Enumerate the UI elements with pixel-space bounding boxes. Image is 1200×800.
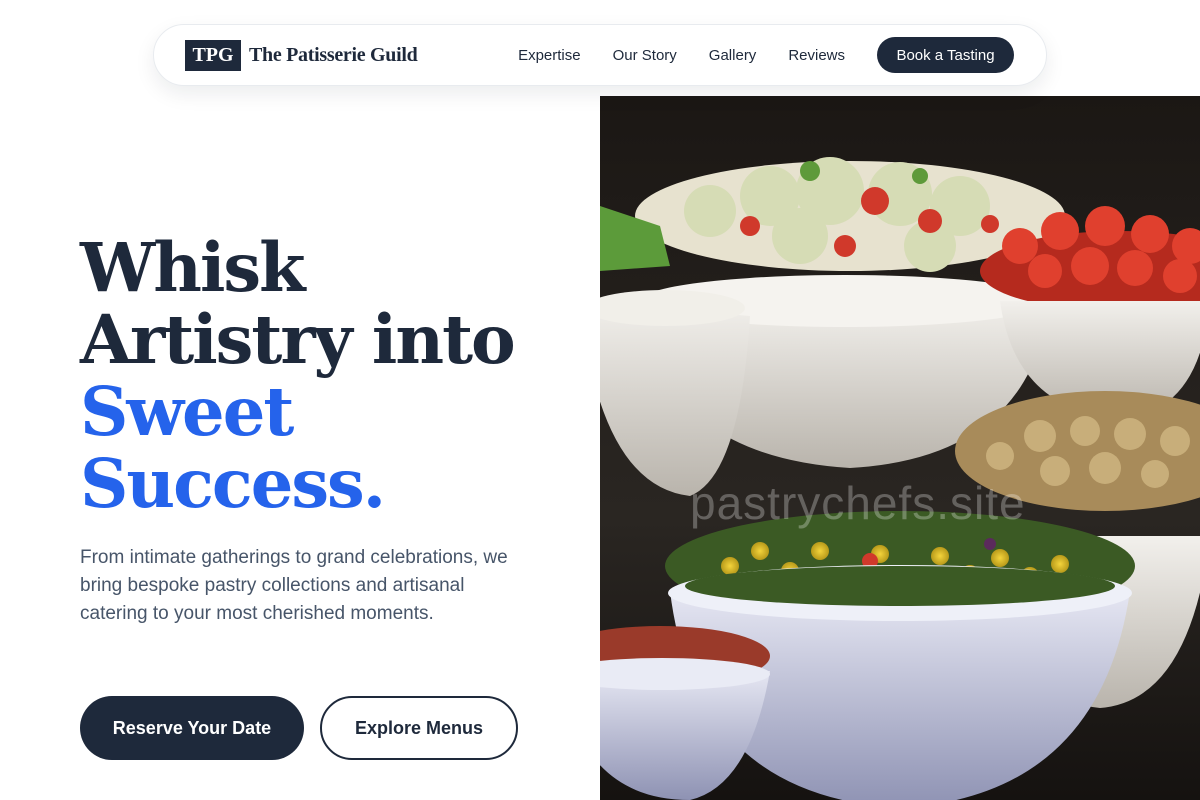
hero-photo: pastrychefs.site: [600, 96, 1200, 800]
hero-title-accent-line-1: Sweet: [80, 372, 294, 451]
logo-mark: TPG: [185, 39, 241, 71]
nav-link-reviews[interactable]: Reviews: [788, 47, 845, 64]
nav-link-gallery[interactable]: Gallery: [709, 47, 757, 64]
brand-name: The Patisserie Guild: [249, 43, 418, 66]
hero-title-accent-line-2: Success.: [80, 444, 386, 523]
top-navbar: TPG The Patisserie Guild Expertise Our S…: [153, 24, 1047, 86]
hero-title-line-2: Artistry into: [80, 300, 516, 379]
nav-link-our-story[interactable]: Our Story: [613, 47, 677, 64]
salad-bowls-illustration: [600, 96, 1200, 800]
hero-title-line-1: Whisk: [80, 228, 306, 307]
nav-links: Expertise Our Story Gallery Reviews: [518, 47, 845, 64]
hero-title: Whisk Artistry into Sweet Success.: [80, 232, 580, 520]
hero-subtitle: From intimate gatherings to grand celebr…: [80, 547, 508, 624]
book-tasting-button[interactable]: Book a Tasting: [877, 37, 1014, 73]
reserve-date-button[interactable]: Reserve Your Date: [80, 696, 304, 760]
brand-logo[interactable]: TPG The Patisserie Guild: [185, 39, 418, 71]
image-watermark: pastrychefs.site: [690, 477, 1026, 529]
nav-link-expertise[interactable]: Expertise: [518, 47, 581, 64]
explore-menus-button[interactable]: Explore Menus: [320, 696, 518, 760]
